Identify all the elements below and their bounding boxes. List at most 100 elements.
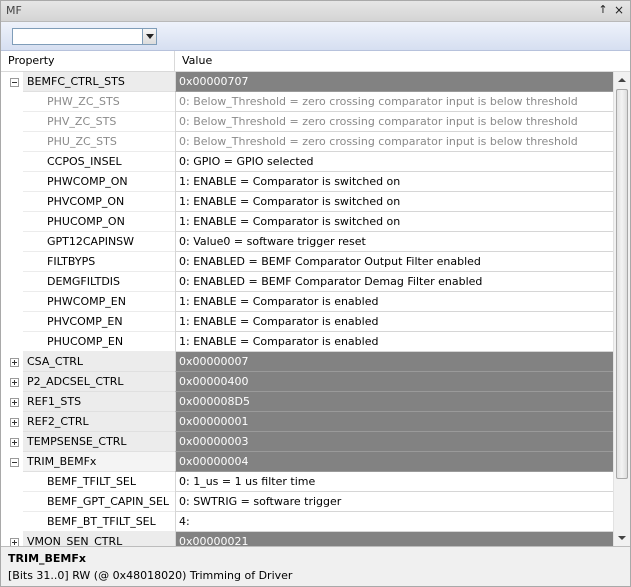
property-value[interactable]: 0: GPIO = GPIO selected	[175, 152, 613, 172]
register-row[interactable]: VMON_SEN_CTRL 0x00000021	[1, 532, 613, 546]
scrollbar-thumb[interactable]	[616, 89, 628, 479]
property-value[interactable]: 0: Value0 = software trigger reset	[175, 232, 613, 252]
pin-icon[interactable]: ↑	[596, 3, 610, 17]
property-value[interactable]: 0: Below_Threshold = zero crossing compa…	[175, 132, 613, 152]
property-value[interactable]: 0: ENABLED = BEMF Comparator Output Filt…	[175, 252, 613, 272]
field-row[interactable]: FILTBYPS 0: ENABLED = BEMF Comparator Out…	[1, 252, 613, 272]
property-value[interactable]: 0x00000021	[175, 532, 613, 546]
register-row[interactable]: BEMFC_CTRL_STS 0x00000707	[1, 72, 613, 92]
property-name: TEMPSENSE_CTRL	[23, 432, 175, 452]
field-row[interactable]: PHVCOMP_ON 1: ENABLE = Comparator is swit…	[1, 192, 613, 212]
field-row[interactable]: PHW_ZC_STS 0: Below_Threshold = zero cros…	[1, 92, 613, 112]
toolbar	[1, 22, 630, 51]
description-title: TRIM_BEMFx	[8, 552, 86, 565]
row-gutter	[1, 172, 23, 192]
row-gutter	[1, 112, 23, 132]
minus-box-icon[interactable]	[10, 78, 19, 87]
register-row[interactable]: CSA_CTRL 0x00000007	[1, 352, 613, 372]
field-row[interactable]: PHU_ZC_STS 0: Below_Threshold = zero cros…	[1, 132, 613, 152]
plus-box-icon[interactable]	[10, 398, 19, 407]
property-value[interactable]: 1: ENABLE = Comparator is switched on	[175, 212, 613, 232]
field-row[interactable]: BEMF_GPT_CAPIN_SEL 0: SWTRIG = software t…	[1, 492, 613, 512]
property-value[interactable]: 1: ENABLE = Comparator is switched on	[175, 172, 613, 192]
plus-box-icon[interactable]	[10, 358, 19, 367]
row-gutter	[1, 292, 23, 312]
plus-box-icon[interactable]	[10, 378, 19, 387]
chevron-down-icon[interactable]	[142, 29, 156, 44]
scroll-up-icon[interactable]	[614, 72, 630, 89]
register-row[interactable]: TRIM_BEMFx 0x00000004	[1, 452, 613, 472]
property-value[interactable]: 1: ENABLE = Comparator is enabled	[175, 312, 613, 332]
field-row[interactable]: BEMF_TFILT_SEL 0: 1_us = 1 us filter time	[1, 472, 613, 492]
property-value[interactable]: 4:	[175, 512, 613, 532]
property-value[interactable]: 0x000008D5	[175, 392, 613, 412]
property-name: PHU_ZC_STS	[23, 132, 175, 152]
property-name: PHUCOMP_EN	[23, 332, 175, 352]
property-name: FILTBYPS	[23, 252, 175, 272]
title-bar: MF ↑ ×	[1, 1, 630, 22]
property-value[interactable]: 0: SWTRIG = software trigger	[175, 492, 613, 512]
property-value[interactable]: 0: ENABLED = BEMF Comparator Demag Filte…	[175, 272, 613, 292]
row-gutter	[1, 212, 23, 232]
close-icon[interactable]: ×	[612, 3, 626, 17]
property-name: DEMGFILTDIS	[23, 272, 175, 292]
property-value[interactable]: 0x00000001	[175, 412, 613, 432]
property-value[interactable]: 0x00000004	[175, 452, 613, 472]
property-column-header[interactable]: Property	[1, 51, 175, 71]
description-text: [Bits 31..0] RW (@ 0x48018020) Trimming …	[8, 569, 293, 582]
property-value[interactable]: 0: Below_Threshold = zero crossing compa…	[175, 92, 613, 112]
property-name: PHW_ZC_STS	[23, 92, 175, 112]
property-value[interactable]: 1: ENABLE = Comparator is switched on	[175, 192, 613, 212]
property-grid: BEMFC_CTRL_STS 0x00000707 PHW_ZC_STS 0: Bel…	[1, 72, 613, 546]
field-row[interactable]: GPT12CAPINSW 0: Value0 = software trigger…	[1, 232, 613, 252]
row-gutter	[1, 192, 23, 212]
property-value[interactable]: 1: ENABLE = Comparator is enabled	[175, 332, 613, 352]
plus-box-icon[interactable]	[10, 418, 19, 427]
property-name: PHWCOMP_EN	[23, 292, 175, 312]
field-row[interactable]: PHWCOMP_EN 1: ENABLE = Comparator is enab…	[1, 292, 613, 312]
row-gutter	[1, 432, 23, 452]
property-name: CCPOS_INSEL	[23, 152, 175, 172]
scroll-down-icon[interactable]	[614, 529, 630, 546]
window-title: MF	[6, 4, 22, 17]
property-value[interactable]: 0: 1_us = 1 us filter time	[175, 472, 613, 492]
field-row[interactable]: CCPOS_INSEL 0: GPIO = GPIO selected	[1, 152, 613, 172]
property-value[interactable]: 1: ENABLE = Comparator is enabled	[175, 292, 613, 312]
row-gutter	[1, 352, 23, 372]
object-selector-combobox[interactable]	[12, 28, 157, 45]
row-gutter	[1, 272, 23, 292]
field-row[interactable]: BEMF_BT_TFILT_SEL 4:	[1, 512, 613, 532]
field-row[interactable]: PHUCOMP_ON 1: ENABLE = Comparator is swit…	[1, 212, 613, 232]
plus-box-icon[interactable]	[10, 538, 19, 546]
row-gutter	[1, 72, 23, 92]
property-value[interactable]: 0x00000707	[175, 72, 613, 92]
field-row[interactable]: PHVCOMP_EN 1: ENABLE = Comparator is enab…	[1, 312, 613, 332]
property-value[interactable]: 0x00000003	[175, 432, 613, 452]
row-gutter	[1, 332, 23, 352]
field-row[interactable]: PHWCOMP_ON 1: ENABLE = Comparator is swit…	[1, 172, 613, 192]
vertical-scrollbar[interactable]	[613, 72, 630, 546]
value-column-header[interactable]: Value	[175, 51, 630, 71]
register-row[interactable]: P2_ADCSEL_CTRL 0x00000400	[1, 372, 613, 392]
property-name: BEMF_TFILT_SEL	[23, 472, 175, 492]
minus-box-icon[interactable]	[10, 458, 19, 467]
property-name: PHV_ZC_STS	[23, 112, 175, 132]
property-value[interactable]: 0: Below_Threshold = zero crossing compa…	[175, 112, 613, 132]
property-name: REF2_CTRL	[23, 412, 175, 432]
register-row[interactable]: REF2_CTRL 0x00000001	[1, 412, 613, 432]
register-row[interactable]: REF1_STS 0x000008D5	[1, 392, 613, 412]
row-gutter	[1, 132, 23, 152]
property-name: PHUCOMP_ON	[23, 212, 175, 232]
property-value[interactable]: 0x00000400	[175, 372, 613, 392]
plus-box-icon[interactable]	[10, 438, 19, 447]
property-name: PHVCOMP_EN	[23, 312, 175, 332]
register-row[interactable]: TEMPSENSE_CTRL 0x00000003	[1, 432, 613, 452]
property-value[interactable]: 0x00000007	[175, 352, 613, 372]
row-gutter	[1, 152, 23, 172]
field-row[interactable]: DEMGFILTDIS 0: ENABLED = BEMF Comparator …	[1, 272, 613, 292]
field-row[interactable]: PHUCOMP_EN 1: ENABLE = Comparator is enab…	[1, 332, 613, 352]
field-row[interactable]: PHV_ZC_STS 0: Below_Threshold = zero cros…	[1, 112, 613, 132]
row-gutter	[1, 452, 23, 472]
row-gutter	[1, 412, 23, 432]
property-name: GPT12CAPINSW	[23, 232, 175, 252]
